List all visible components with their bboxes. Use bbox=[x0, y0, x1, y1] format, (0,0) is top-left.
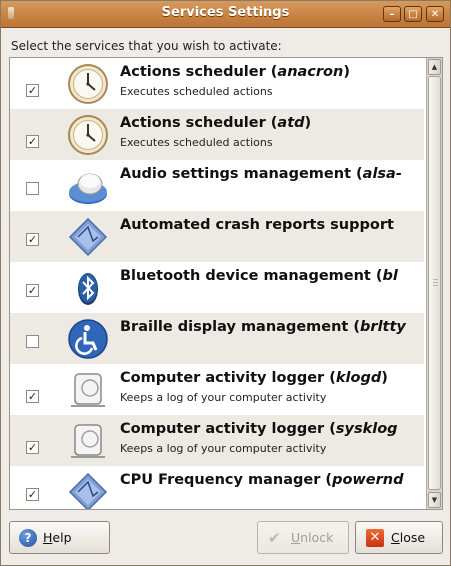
unlock-button[interactable]: ✔ Unlock bbox=[257, 521, 349, 554]
help-icon: ? bbox=[19, 529, 37, 547]
service-name: Audio settings management (alsa- bbox=[120, 166, 402, 182]
crash-report-diamond-icon bbox=[66, 215, 110, 259]
service-row[interactable]: ✓ Actions scheduler (anacron) Executes sch… bbox=[10, 58, 424, 109]
services-list: ✓ Actions scheduler (anacron) Executes sch… bbox=[10, 58, 424, 509]
thumb-grip-line bbox=[433, 282, 438, 283]
service-name: Actions scheduler (atd) bbox=[120, 115, 312, 131]
service-checkbox[interactable]: ✓ bbox=[26, 390, 39, 403]
clock-icon bbox=[66, 62, 110, 106]
scrollbar-thumb[interactable] bbox=[428, 76, 441, 490]
service-name: Computer activity logger (sysklog bbox=[120, 421, 398, 437]
title-bar[interactable]: Services Settings – □ ✕ bbox=[1, 1, 450, 28]
service-row[interactable]: ✓ Bluetooth device management (bl bbox=[10, 262, 424, 313]
service-description: Executes scheduled actions bbox=[120, 136, 273, 149]
service-name: Actions scheduler (anacron) bbox=[120, 64, 350, 80]
service-description: Executes scheduled actions bbox=[120, 85, 273, 98]
unlock-check-icon: ✔ bbox=[268, 529, 281, 547]
window-close-button[interactable]: ✕ bbox=[426, 6, 444, 22]
scroll-down-arrow[interactable]: ▼ bbox=[428, 492, 441, 508]
thumb-grip-line bbox=[433, 285, 438, 286]
service-checkbox[interactable] bbox=[26, 182, 39, 195]
service-row[interactable]: ✓ CPU Frequency manager (powernd bbox=[10, 466, 424, 509]
close-button[interactable]: ✕ Close bbox=[355, 521, 443, 554]
service-checkbox[interactable]: ✓ bbox=[26, 135, 39, 148]
help-button[interactable]: ? Help bbox=[9, 521, 110, 554]
clock-icon bbox=[66, 113, 110, 157]
service-checkbox[interactable]: ✓ bbox=[26, 84, 39, 97]
service-checkbox[interactable] bbox=[26, 335, 39, 348]
services-settings-window: Services Settings – □ ✕ Select the servi… bbox=[0, 0, 451, 566]
service-checkbox[interactable]: ✓ bbox=[26, 488, 39, 501]
service-checkbox[interactable]: ✓ bbox=[26, 284, 39, 297]
service-name: Bluetooth device management (bl bbox=[120, 268, 398, 284]
cpu-frequency-icon bbox=[66, 470, 110, 509]
close-button-label: Close bbox=[391, 530, 426, 545]
unlock-button-label: Unlock bbox=[291, 530, 334, 545]
thumb-grip-line bbox=[433, 279, 438, 280]
service-row[interactable]: ✓ Automated crash reports support bbox=[10, 211, 424, 262]
instruction-label: Select the services that you wish to act… bbox=[11, 39, 282, 53]
vertical-scrollbar[interactable]: ▲ ▼ bbox=[426, 58, 442, 509]
log-scroll-icon bbox=[66, 419, 110, 463]
service-checkbox[interactable]: ✓ bbox=[26, 233, 39, 246]
services-list-frame: ✓ Actions scheduler (anacron) Executes sch… bbox=[9, 57, 443, 510]
service-row[interactable]: ✓ Computer activity logger (klogd) Keeps a… bbox=[10, 364, 424, 415]
minimize-button[interactable]: – bbox=[383, 6, 401, 22]
service-row[interactable]: ✓ Actions scheduler (atd) Executes schedul… bbox=[10, 109, 424, 160]
service-name: Computer activity logger (klogd) bbox=[120, 370, 388, 386]
service-name: Automated crash reports support bbox=[120, 217, 394, 233]
service-description: Keeps a log of your computer activity bbox=[120, 442, 327, 455]
help-button-label: Help bbox=[43, 530, 72, 545]
service-row[interactable]: Braille display management (brltty bbox=[10, 313, 424, 364]
log-scroll-icon bbox=[66, 368, 110, 412]
service-name: CPU Frequency manager (powernd bbox=[120, 472, 404, 488]
service-description: Keeps a log of your computer activity bbox=[120, 391, 327, 404]
service-row[interactable]: ✓ Computer activity logger (sysklog Keeps … bbox=[10, 415, 424, 466]
accessibility-icon bbox=[66, 317, 110, 361]
service-name: Braille display management (brltty bbox=[120, 319, 406, 335]
service-checkbox[interactable]: ✓ bbox=[26, 441, 39, 454]
scroll-up-arrow[interactable]: ▲ bbox=[428, 59, 441, 75]
service-row[interactable]: Audio settings management (alsa- bbox=[10, 160, 424, 211]
maximize-button[interactable]: □ bbox=[404, 6, 422, 22]
close-icon: ✕ bbox=[366, 529, 384, 547]
bluetooth-icon bbox=[66, 266, 110, 310]
audio-knob-icon bbox=[66, 164, 110, 208]
